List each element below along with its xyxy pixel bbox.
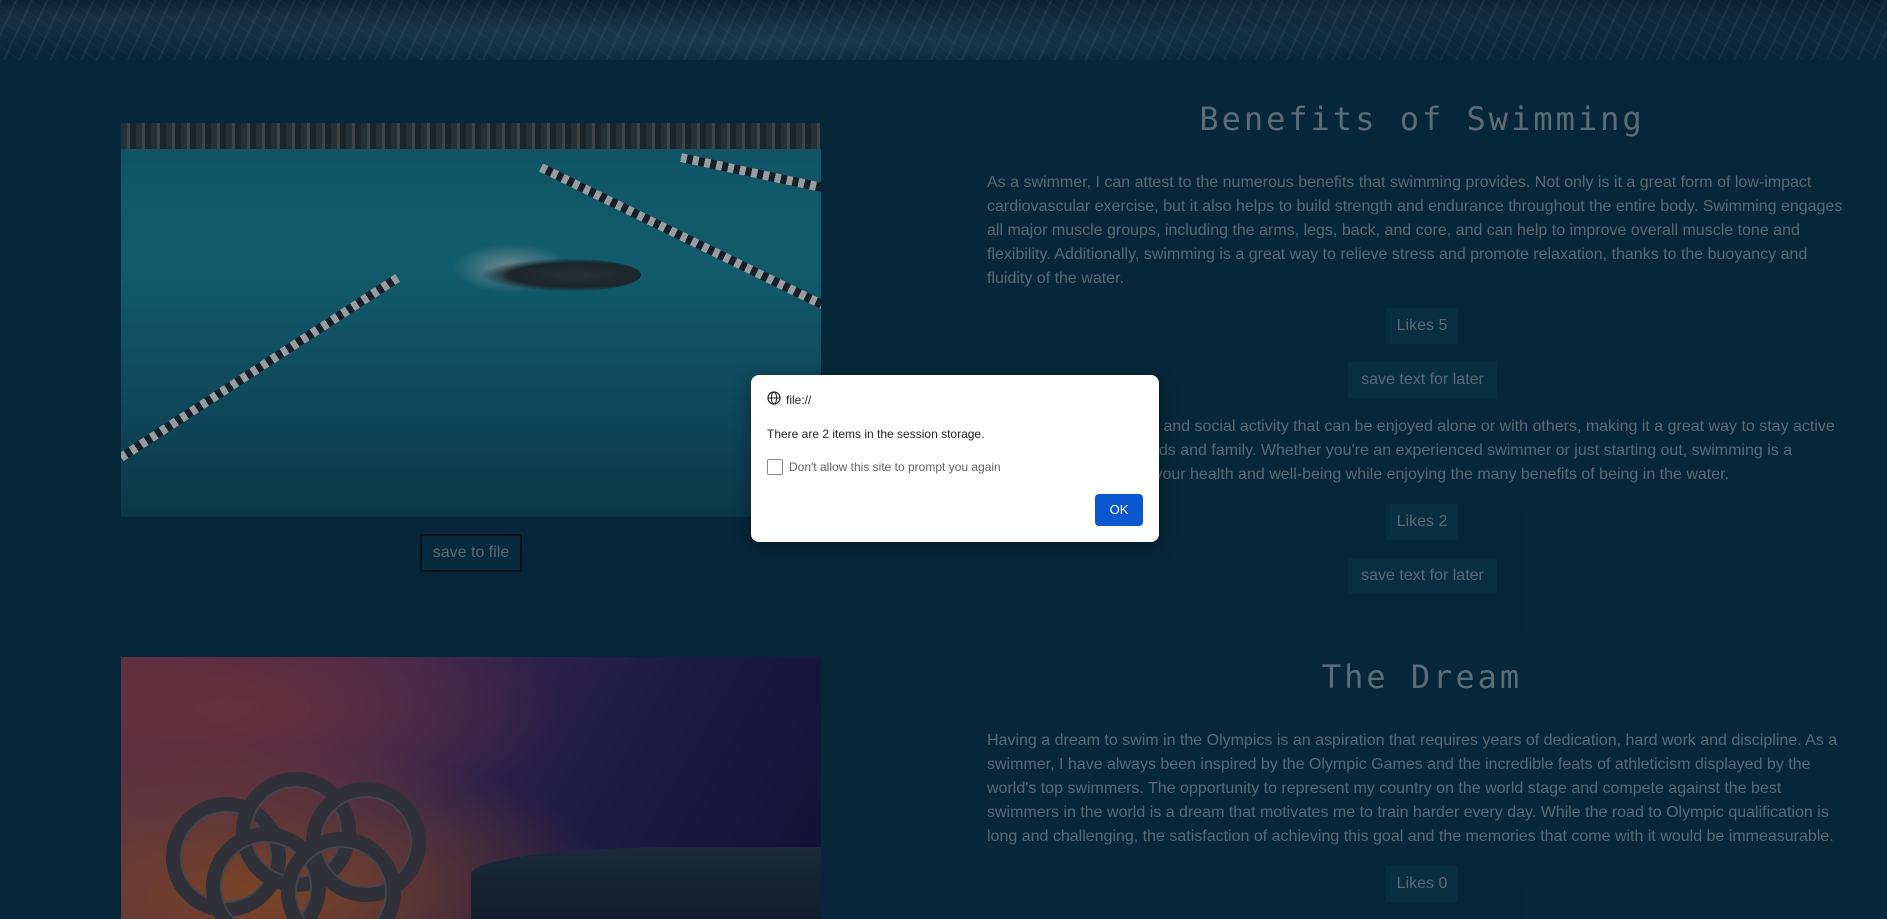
- header-banner: [0, 0, 1887, 60]
- lane-rope: [539, 163, 821, 321]
- pool-stands: [121, 123, 821, 149]
- paragraph-line: n and social activity that can be enjoye…: [1150, 418, 1835, 435]
- page: save to file Benefits of Swimming As a s…: [0, 0, 1887, 919]
- likes-button[interactable]: Likes 0: [1386, 866, 1458, 902]
- dialog-origin-text: file://: [786, 392, 812, 407]
- lane-rope: [121, 273, 401, 462]
- swimmer: [481, 258, 641, 292]
- save-text-button[interactable]: save text for later: [1348, 362, 1497, 398]
- paragraph-line: nds and family. Whether you're an experi…: [1150, 442, 1793, 459]
- alert-dialog: file:// There are 2 items in the session…: [751, 375, 1159, 542]
- coastline: [471, 847, 821, 919]
- paragraph-line: your health and well-being while enjoyin…: [1150, 466, 1730, 483]
- likes-button[interactable]: Likes 2: [1386, 504, 1458, 540]
- swimming-pool-image: [121, 123, 821, 517]
- section-title-dream: The Dream: [1321, 658, 1523, 696]
- dream-paragraph: Having a dream to swim in the Olympics i…: [987, 732, 1838, 845]
- dialog-message: There are 2 items in the session storage…: [767, 427, 985, 441]
- dialog-origin: file://: [767, 391, 811, 408]
- prompt-suppress-row[interactable]: Don't allow this site to prompt you agai…: [767, 459, 1001, 475]
- likes-button[interactable]: Likes 5: [1386, 308, 1458, 344]
- globe-icon: [767, 391, 781, 408]
- section-title-benefits: Benefits of Swimming: [1199, 100, 1645, 138]
- save-text-button[interactable]: save text for later: [1348, 558, 1497, 594]
- benefits-paragraph: As a swimmer, I can attest to the numero…: [987, 174, 1843, 287]
- olympic-rings-image: [121, 657, 821, 919]
- lane-rope: [680, 153, 821, 204]
- ok-button[interactable]: OK: [1095, 494, 1143, 526]
- prompt-suppress-label: Don't allow this site to prompt you agai…: [789, 460, 1001, 474]
- prompt-suppress-checkbox[interactable]: [767, 459, 783, 475]
- save-to-file-button[interactable]: save to file: [420, 534, 522, 572]
